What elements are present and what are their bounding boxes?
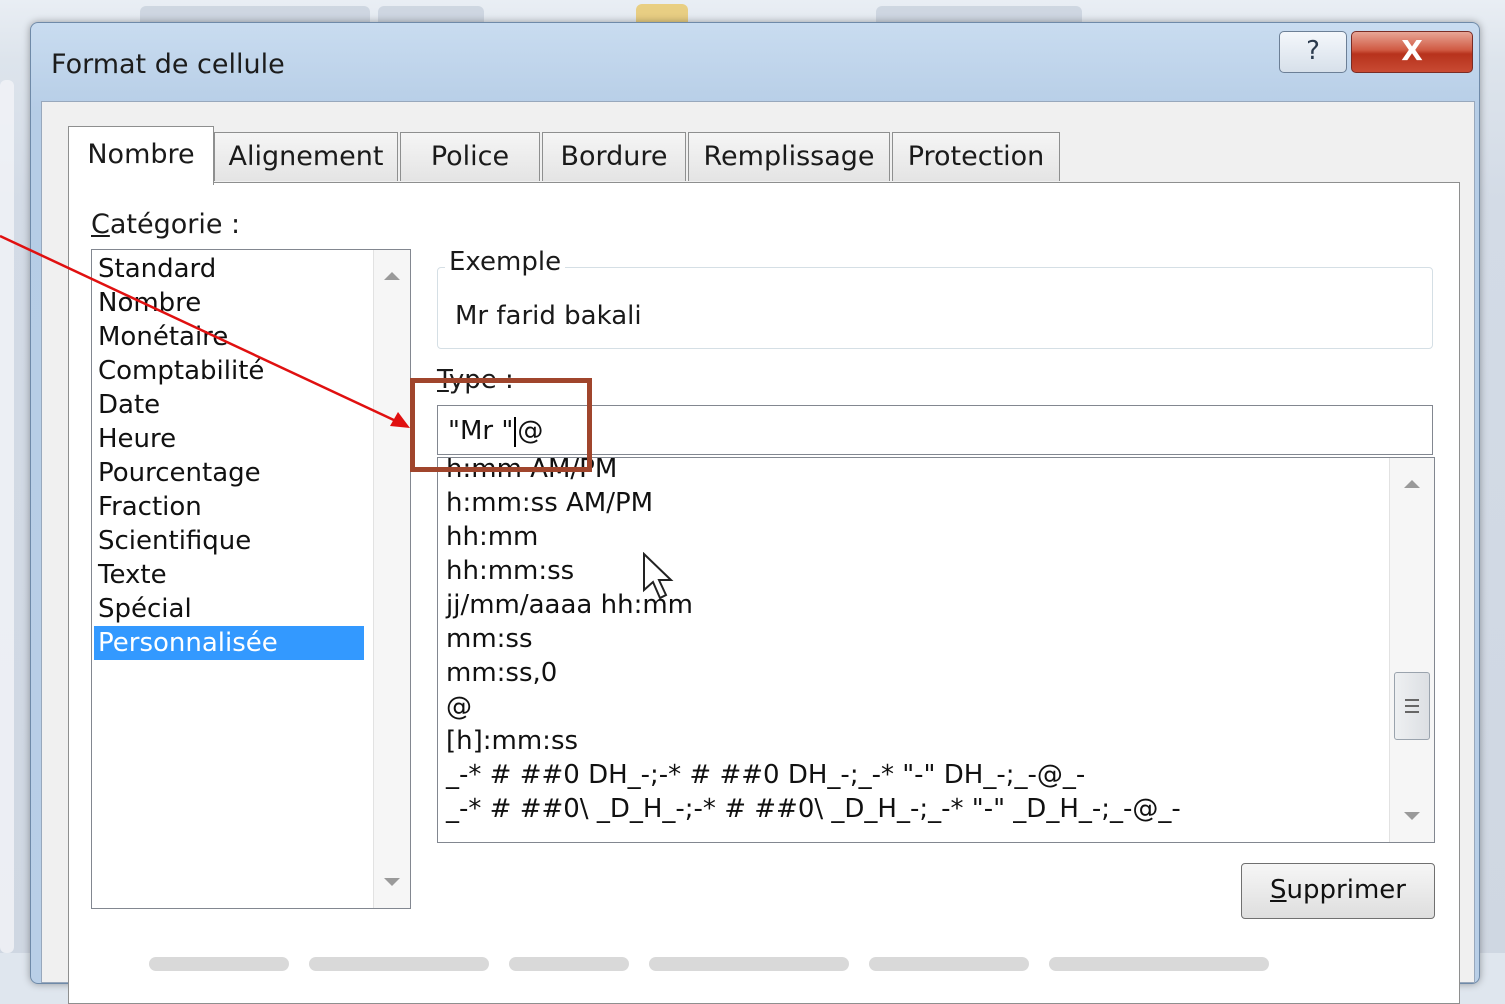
format-cells-dialog: Format de cellule ? X Nombre Alignement … [30, 22, 1480, 1004]
scroll-up-icon[interactable] [1404, 480, 1420, 488]
category-item[interactable]: Texte [98, 558, 167, 592]
tab-bordure[interactable]: Bordure [542, 132, 686, 181]
scroll-down-icon[interactable] [1404, 812, 1420, 820]
example-title: Exemple [445, 247, 566, 277]
category-scrollbar[interactable] [373, 250, 410, 908]
format-item[interactable]: _-* # ##0 DH_-;-* # ##0 DH_-;_-* "-" DH_… [446, 758, 1085, 792]
scroll-down-icon[interactable] [384, 878, 400, 886]
format-item[interactable]: @ [446, 690, 472, 724]
format-scrollbar[interactable] [1389, 458, 1434, 842]
format-list[interactable]: h:mm AM/PM h:mm:ss AM/PM hh:mm hh:mm:ss … [437, 457, 1435, 843]
scroll-up-icon[interactable] [384, 272, 400, 280]
tab-police[interactable]: Police [400, 132, 540, 181]
category-item[interactable]: Fraction [98, 490, 202, 524]
category-item[interactable]: Heure [98, 422, 176, 456]
sheet-left-edge [0, 80, 14, 953]
dialog-body: Nombre Alignement Police Bordure Remplis… [41, 101, 1475, 1004]
category-item[interactable]: Pourcentage [98, 456, 261, 490]
scroll-thumb[interactable] [1394, 672, 1430, 740]
category-item-selected[interactable]: Personnalisée [94, 626, 364, 660]
tab-remplissage[interactable]: Remplissage [688, 132, 890, 181]
format-item[interactable]: _-* # ##0\ _D_H_-;-* # ##0\ _D_H_-;_-* "… [446, 792, 1181, 826]
description-text-blurred [89, 943, 1449, 983]
format-item[interactable]: mm:ss,0 [446, 656, 557, 690]
category-item[interactable]: Comptabilité [98, 354, 264, 388]
dialog-title: Format de cellule [51, 49, 285, 80]
mouse-cursor-icon [643, 552, 674, 600]
category-item[interactable]: Monétaire [98, 320, 228, 354]
category-label: Catégorie : [91, 209, 241, 240]
category-item[interactable]: Spécial [98, 592, 192, 626]
category-item[interactable]: Date [98, 388, 160, 422]
example-value: Mr farid bakali [455, 301, 642, 331]
tab-alignement[interactable]: Alignement [214, 132, 398, 181]
category-item[interactable]: Scientifique [98, 524, 251, 558]
format-item[interactable]: h:mm:ss AM/PM [446, 486, 653, 520]
category-item[interactable]: Standard [98, 252, 216, 286]
format-item[interactable]: [h]:mm:ss [446, 724, 578, 758]
number-tab-panel: Catégorie : Standard Nombre Monétaire Co… [68, 182, 1460, 1004]
annotation-highlight-box [410, 378, 592, 472]
tab-protection[interactable]: Protection [892, 132, 1060, 181]
category-item[interactable]: Nombre [98, 286, 201, 320]
format-item[interactable]: mm:ss [446, 622, 533, 656]
format-item[interactable]: hh:mm [446, 520, 538, 554]
tab-nombre[interactable]: Nombre [68, 126, 214, 185]
delete-button[interactable]: Supprimer [1241, 863, 1435, 919]
close-button[interactable]: X [1351, 31, 1473, 73]
help-button[interactable]: ? [1279, 31, 1347, 73]
category-list[interactable]: Standard Nombre Monétaire Comptabilité D… [91, 249, 411, 909]
format-item[interactable]: hh:mm:ss [446, 554, 574, 588]
